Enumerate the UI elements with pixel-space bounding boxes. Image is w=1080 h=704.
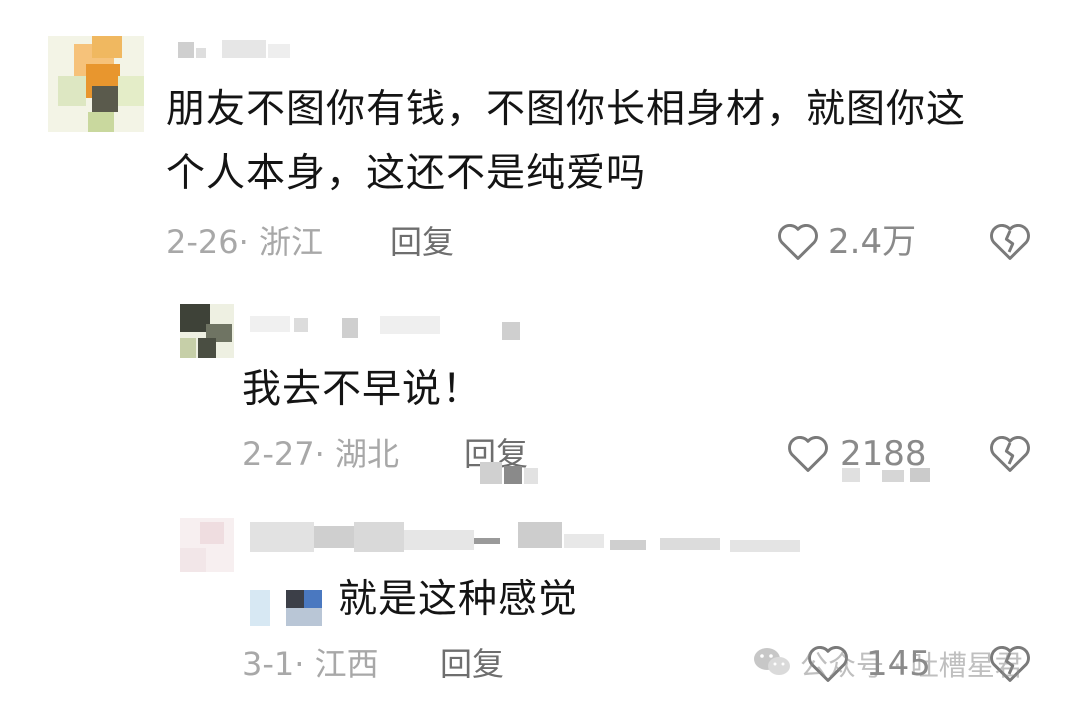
avatar[interactable] bbox=[180, 304, 234, 358]
dislike-button[interactable] bbox=[988, 432, 1032, 474]
reply-button[interactable]: 回复 bbox=[390, 222, 454, 262]
heart-icon bbox=[776, 220, 820, 262]
comment-meta: 3-1· 江西 bbox=[242, 645, 379, 683]
comment-text: 就是这种感觉 bbox=[338, 577, 579, 622]
reply-button[interactable]: 回复 bbox=[440, 644, 504, 684]
dislike-button[interactable] bbox=[988, 220, 1032, 262]
like-count: 2.4万 bbox=[828, 222, 917, 262]
username[interactable] bbox=[250, 522, 810, 558]
comment-text: 我去不早说！ bbox=[242, 367, 483, 412]
comment-text: 个人本身，这还不是纯爱吗 bbox=[166, 151, 647, 196]
like-button[interactable] bbox=[786, 432, 830, 474]
wechat-icon bbox=[752, 646, 792, 682]
username[interactable] bbox=[172, 36, 322, 62]
pixelated-mark bbox=[480, 462, 540, 486]
broken-heart-icon bbox=[988, 432, 1032, 474]
username[interactable] bbox=[250, 306, 530, 342]
watermark-text: 公众号 · 吐槽星君 bbox=[800, 649, 1023, 682]
heart-icon bbox=[786, 432, 830, 474]
comment-meta: 2-27· 湖北 bbox=[242, 435, 399, 473]
comment-meta: 2-26· 浙江 bbox=[166, 223, 323, 261]
pixelated-mark bbox=[250, 590, 322, 628]
avatar[interactable] bbox=[180, 518, 234, 572]
watermark: 公众号 · 吐槽星君 bbox=[752, 644, 1023, 684]
broken-heart-icon bbox=[988, 220, 1032, 262]
avatar[interactable] bbox=[48, 36, 144, 132]
pixelated-mark bbox=[842, 468, 932, 484]
like-button[interactable] bbox=[776, 220, 820, 262]
comment-text: 朋友不图你有钱，不图你长相身材，就图你这 bbox=[166, 87, 967, 132]
